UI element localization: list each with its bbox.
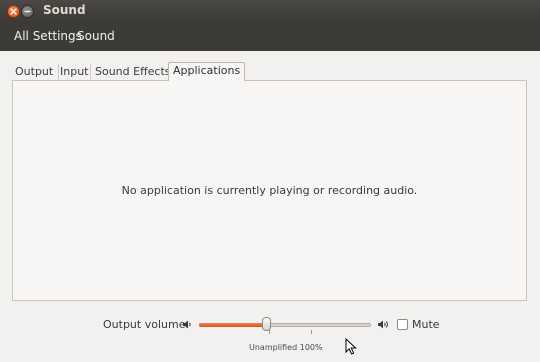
close-window-button[interactable]: [7, 5, 20, 18]
sound-settings-window: Sound All Settings Sound Output Input So…: [0, 0, 540, 362]
empty-state-message: No application is currently playing or r…: [121, 184, 418, 197]
tab-output[interactable]: Output: [15, 64, 59, 81]
output-volume-row: Output volume: Mute: [0, 315, 540, 335]
content-area: Output Input Sound Effects Applications …: [0, 51, 540, 362]
slider-tick-left: [269, 330, 270, 334]
minimize-window-button[interactable]: [21, 5, 34, 18]
breadcrumb-sound[interactable]: Sound: [77, 29, 115, 43]
close-icon: [10, 8, 17, 15]
output-volume-slider[interactable]: [199, 317, 371, 331]
mute-checkbox[interactable]: [397, 319, 408, 330]
tab-sound-effects[interactable]: Sound Effects: [95, 64, 171, 81]
slider-tick-unamplified: [311, 330, 312, 334]
speaker-high-icon: [378, 320, 388, 329]
slider-knob[interactable]: [262, 317, 272, 331]
minimize-icon: [24, 10, 31, 13]
mute-label: Mute: [412, 318, 440, 331]
speaker-low-icon: [183, 320, 191, 329]
mouse-pointer-icon: [345, 338, 357, 355]
all-settings-button[interactable]: All Settings: [14, 29, 82, 43]
toolbar: All Settings Sound: [0, 22, 540, 51]
slider-fill: [199, 323, 267, 327]
output-volume-label: Output volume:: [103, 318, 190, 331]
unamplified-label: Unamplified 100%: [249, 343, 323, 352]
tab-input[interactable]: Input: [60, 64, 91, 81]
tab-applications[interactable]: Applications: [168, 62, 246, 81]
applications-panel: No application is currently playing or r…: [12, 80, 527, 301]
title-bar[interactable]: Sound: [0, 0, 540, 22]
window-title: Sound: [43, 3, 86, 17]
